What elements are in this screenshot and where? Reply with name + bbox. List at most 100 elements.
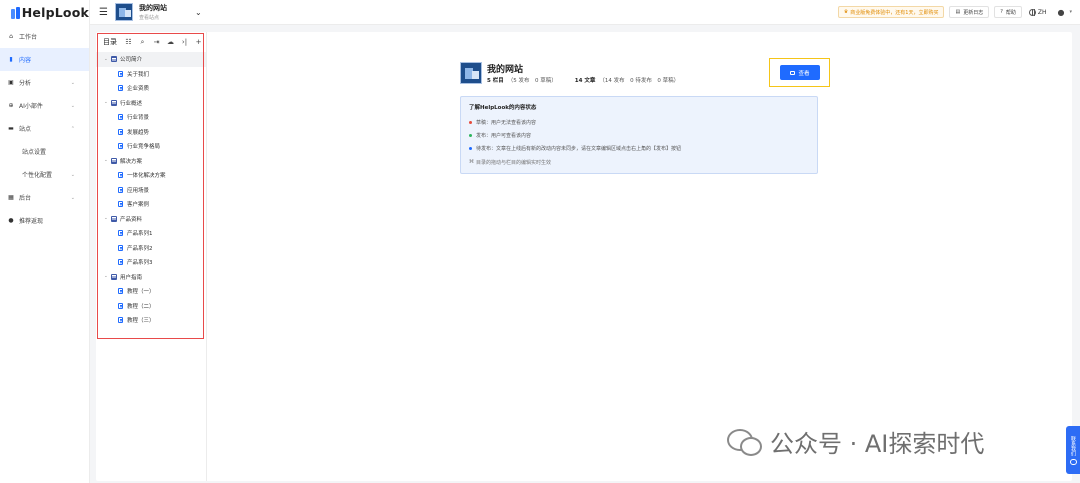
tree-doc[interactable]: 教程（二） [96,299,206,314]
list-view-icon[interactable]: ☷ [125,38,132,46]
directory-tab[interactable]: 目录 [103,37,117,47]
tree-folder[interactable]: ⌄ 解决方案 [96,154,206,169]
nav-item-referral[interactable]: ● 推荐返现 [0,209,89,232]
articles-detail: （14 发布 0 待发布 0 草稿） [599,78,680,84]
help-icon: ? [1000,9,1003,15]
top-actions: ♛ 商业版免费体验中，还有1天，立即购买 ▤ 更新日志 ? 帮助 ZH ● ▾ [837,6,1072,18]
caret-down-icon[interactable]: ⌄ [104,57,111,62]
tree-doc-label: 行业背景 [127,115,150,122]
chevron-icon: ⌄ [70,171,75,178]
tree-doc[interactable]: 发展趋势 [96,125,206,140]
document-icon [118,288,123,295]
nav-item-label: 工作台 [19,34,38,41]
help-button[interactable]: ? 帮助 [994,6,1022,18]
tree-folder[interactable]: ⌄ 行业概述 [96,96,206,111]
tree-doc[interactable]: 行业背景 [96,110,206,125]
watermark-text: 公众号 · AI探索时代 [770,430,985,458]
tree-doc[interactable]: 教程（一） [96,284,206,299]
tree-doc-label: 一体化解决方案 [127,173,166,180]
columns-detail: （5 发布 0 草稿） [507,78,557,84]
nav-item-analytics[interactable]: ▣ 分析 ⌄ [0,71,89,94]
tree-doc-label: 产品系列2 [127,245,153,252]
tree-doc[interactable]: 行业竞争格局 [96,139,206,154]
tree-folder-label: 产品资料 [120,216,143,223]
search-icon[interactable]: ⌕ [139,38,146,46]
nav-item-backend[interactable]: ▦ 后台 ⌄ [0,186,89,209]
document-icon [118,302,123,309]
site-selector[interactable]: 我的网站 查看站点 [139,3,167,21]
nav-item-ai-widget[interactable]: ⊕ AI小部件 ⌄ [0,94,89,117]
tree-folder-label: 解决方案 [120,158,143,165]
document-icon [118,143,123,150]
brand-logo[interactable]: HelpLook [0,0,89,25]
caret-down-icon[interactable]: ⌄ [104,216,111,221]
info-line: 待发布：文章在上线后有新的改动内容未同步，请在文章编辑区域点击右上角的【发布】按… [469,142,809,155]
menu-toggle-icon[interactable]: ☰ [99,7,109,18]
folder-icon [111,273,117,280]
contact-us-label: 联系我们 [1070,435,1076,456]
changelog-button[interactable]: ▤ 更新日志 [949,6,990,18]
tree-doc-label: 产品系列1 [127,231,153,238]
tree-folder[interactable]: ⌄ 产品资料 [96,212,206,227]
tree-doc-label: 产品系列3 [127,260,153,267]
articles-count: 14 文章 [574,78,596,84]
document-icon [118,172,123,179]
tree-doc[interactable]: 产品系列1 [96,226,206,241]
upload-cloud-icon[interactable]: ☁ [167,38,174,46]
user-avatar-icon[interactable]: ● [1058,8,1065,17]
info-note-text: 目录的拖动与栏目的编辑实时生效 [476,159,552,166]
tree-doc[interactable]: 产品系列2 [96,241,206,256]
tree-folder[interactable]: ⌄ 用户指南 [96,270,206,285]
tree-doc[interactable]: 企业资质 [96,81,206,96]
document-icon [118,230,123,237]
caret-down-icon[interactable]: ⌄ [104,158,111,163]
user-menu-chevron-icon[interactable]: ▾ [1069,9,1072,15]
chat-icon [1069,458,1077,465]
nav-item-home[interactable]: ⌂ 工作台 [0,25,89,48]
ai-widget-icon: ⊕ [8,102,14,109]
folder-icon [111,56,117,63]
info-line-text: 发布：用户可查看该内容 [476,133,532,139]
helplook-logo-icon [11,6,20,19]
info-line-text: 草稿：用户无法查看该内容 [476,120,537,126]
view-site-link[interactable]: 查看站点 [139,14,167,21]
info-title: 了解HelpLook的内容状态 [469,105,537,111]
nav-item-site[interactable]: ▬ 站点 ⌃ [0,117,89,140]
chevron-icon: ⌄ [70,102,75,109]
site-thumbnail [115,3,133,21]
contact-us-float-button[interactable]: 联系我们 [1066,426,1080,474]
help-label: 帮助 [1005,9,1016,16]
add-icon[interactable]: + [195,38,202,46]
tree-doc[interactable]: 产品系列3 [96,255,206,270]
info-line: 发布：用户可查看该内容 [469,129,809,142]
document-icon [118,114,123,121]
tree-doc[interactable]: 客户案例 [96,197,206,212]
caret-down-icon[interactable]: ⌄ [104,100,111,105]
tree-folder-label: 用户指南 [120,274,143,281]
site-dropdown-chevron-icon[interactable]: ⌄ [195,8,202,17]
document-icon [118,201,123,208]
tree-folder[interactable]: ⌄ 公司简介 [96,52,206,67]
view-button-highlight: 查看 [769,58,830,87]
analytics-icon: ▣ [8,79,14,86]
folder-icon [111,157,117,164]
tree-doc[interactable]: 教程（三） [96,313,206,328]
view-button[interactable]: 查看 [780,65,820,80]
nav-site-settings[interactable]: 站点设置 [0,140,89,163]
tree-doc[interactable]: 应用场景 [96,183,206,198]
nav-personalization[interactable]: 个性化配置 ⌄ [0,163,89,186]
trial-banner-button[interactable]: ♛ 商业版免费体验中，还有1天，立即购买 [837,6,945,18]
language-switcher[interactable]: ZH [1028,8,1047,16]
document-icon [118,186,123,193]
tree-doc[interactable]: 关于我们 [96,67,206,82]
collapse-icon[interactable]: ›| [181,38,188,46]
tree-toolbar: 目录 ☷ ⌕ ⇥ ☁ ›| + [96,32,206,52]
info-line: 草稿：用户无法查看该内容 [469,116,809,129]
tree-folder-label: 行业概述 [120,100,143,107]
nav-item-content[interactable]: ▮ 内容 [0,48,89,71]
nav-sub-label: 个性化配置 [22,172,53,179]
export-icon[interactable]: ⇥ [153,38,160,46]
caret-down-icon[interactable]: ⌄ [104,274,111,279]
tree-doc-label: 教程（一） [127,289,155,296]
tree-doc[interactable]: 一体化解决方案 [96,168,206,183]
